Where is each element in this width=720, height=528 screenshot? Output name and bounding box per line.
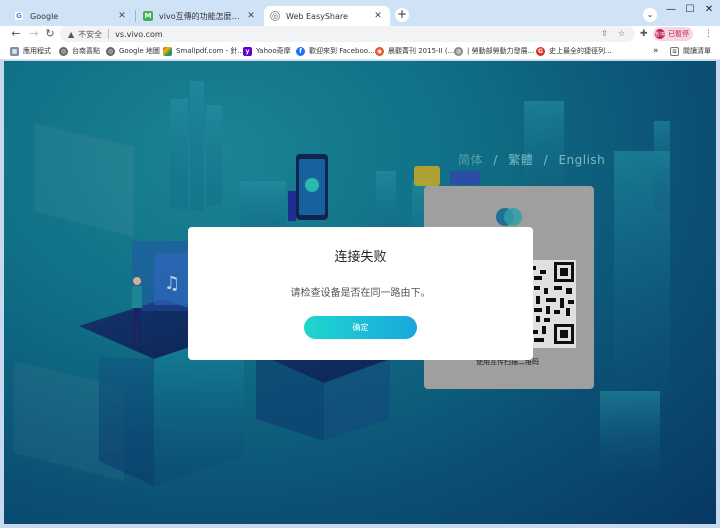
page-viewport: ♫ 简体 / 繁體 / English 页传 — [4, 61, 716, 524]
close-icon[interactable]: ✕ — [116, 11, 128, 21]
tab-title: Web EasyShare — [286, 11, 348, 21]
warning-icon: ▲ — [68, 29, 75, 39]
browser-toolbar: ← → ↻ ▲ 不安全 vs.vivo.com ⇪ ☆ ✚ 暫停 已暫停 ⋮ — [0, 26, 720, 42]
mobi-icon: M — [143, 11, 153, 21]
share-icon[interactable]: ⇪ — [601, 26, 608, 42]
bookmark-label: | 勞動部勞動力發展... — [467, 47, 535, 55]
close-icon[interactable]: ✕ — [372, 11, 384, 21]
bookmark-yahoo[interactable]: y Yahoo奇摩 — [243, 45, 291, 57]
new-tab-button[interactable]: + — [395, 8, 409, 22]
apps-icon: ▦ — [10, 46, 19, 56]
shortcut-icon: G — [536, 46, 545, 56]
bookmark-label: 歡迎來到 Faceboo... — [309, 47, 375, 55]
tab-title: vivo互傳的功能怎麼用？ - Mobi — [159, 11, 245, 21]
globe-icon: ◎ — [59, 46, 68, 56]
globe-icon: ◎ — [106, 46, 115, 56]
bookmark-apps[interactable]: ▦ 應用程式 — [10, 45, 51, 57]
bookmark-label: Google 地圖 — [119, 47, 160, 55]
facebook-icon: f — [296, 46, 305, 56]
bookmark-label: Yahoo奇摩 — [256, 47, 291, 55]
menu-icon[interactable]: ⋮ — [704, 26, 713, 42]
bookmark-label: Smallpdf.com - 針... — [176, 47, 245, 55]
reading-list-label: 閱讀清單 — [683, 47, 711, 55]
profile-button[interactable]: 暫停 已暫停 — [653, 27, 693, 41]
window-frame — [0, 524, 720, 528]
close-icon[interactable]: ✕ — [245, 11, 257, 21]
star-icon[interactable]: ☆ — [618, 26, 625, 42]
minimize-button[interactable]: — — [663, 3, 679, 17]
profile-label: 已暫停 — [668, 30, 689, 38]
globe-icon: ◎ — [270, 11, 280, 21]
extensions-icon[interactable]: ✚ — [640, 26, 648, 42]
bookmark-labor[interactable]: ◍ | 勞動部勞動力發展... — [454, 45, 534, 57]
bookmark-label: 晨觀菁刊 2015-II (... — [388, 47, 455, 55]
tab-search-dropdown-icon[interactable]: ⌄ — [643, 8, 657, 22]
tab-separator — [135, 10, 136, 22]
bookmark-smallpdf[interactable]: Smallpdf.com - 針... — [163, 45, 244, 57]
reading-list-icon: ≡ — [670, 46, 679, 56]
reload-icon[interactable]: ↻ — [43, 26, 57, 42]
tab-title: Google — [30, 11, 59, 21]
address-bar[interactable]: ▲ 不安全 vs.vivo.com ⇪ ☆ — [60, 26, 635, 42]
security-label: 不安全 — [78, 29, 103, 39]
back-arrow-icon[interactable]: ← — [9, 26, 23, 42]
maximize-button[interactable]: ☐ — [682, 3, 698, 17]
bookmark-shortcuts[interactable]: G 史上最全的捷徑列... — [536, 45, 612, 57]
bookmark-google-maps[interactable]: ◎ Google 地圖 — [106, 45, 160, 57]
yahoo-icon: y — [243, 46, 252, 56]
bookmark-tainan[interactable]: ◎ 台南喜點 — [59, 45, 100, 57]
journal-icon: ◉ — [375, 46, 384, 56]
bookmark-journal[interactable]: ◉ 晨觀菁刊 2015-II (... — [375, 45, 454, 57]
bookmark-facebook[interactable]: f 歡迎來到 Faceboo... — [296, 45, 375, 57]
tab-strip: G Google ✕ M vivo互傳的功能怎麼用？ - Mobi ✕ ◎ We… — [0, 0, 720, 26]
divider — [108, 29, 110, 39]
labor-icon: ◍ — [454, 46, 463, 56]
window-frame — [0, 60, 4, 528]
url-text: vs.vivo.com — [115, 29, 163, 39]
bookmark-label: 應用程式 — [23, 47, 51, 55]
connection-failed-dialog: 连接失败 请检查设备是否在同一路由下。 确定 — [188, 227, 533, 360]
confirm-button[interactable]: 确定 — [304, 316, 417, 339]
forward-arrow-icon[interactable]: → — [27, 26, 41, 42]
reading-list-button[interactable]: ≡ 閱讀清單 — [670, 45, 711, 57]
tab-mobi[interactable]: M vivo互傳的功能怎麼用？ - Mobi ✕ — [137, 6, 263, 26]
avatar: 暫停 — [655, 29, 665, 39]
tab-web-easyshare[interactable]: ◎ Web EasyShare ✕ — [264, 6, 390, 26]
window-frame — [716, 60, 720, 528]
bookmark-label: 史上最全的捷徑列... — [549, 47, 612, 55]
dialog-message: 请检查设备是否在同一路由下。 — [290, 288, 431, 299]
bookmarks-bar: ▦ 應用程式 ◎ 台南喜點 ◎ Google 地圖 Smallpdf.com -… — [0, 42, 720, 60]
bookmarks-overflow[interactable]: » — [653, 45, 659, 57]
google-icon: G — [14, 11, 24, 21]
close-window-button[interactable]: ✕ — [701, 3, 717, 17]
smallpdf-icon — [163, 46, 172, 56]
bookmark-label: 台南喜點 — [72, 47, 100, 55]
tab-google[interactable]: G Google ✕ — [8, 6, 134, 26]
dialog-title: 连接失败 — [334, 250, 387, 265]
